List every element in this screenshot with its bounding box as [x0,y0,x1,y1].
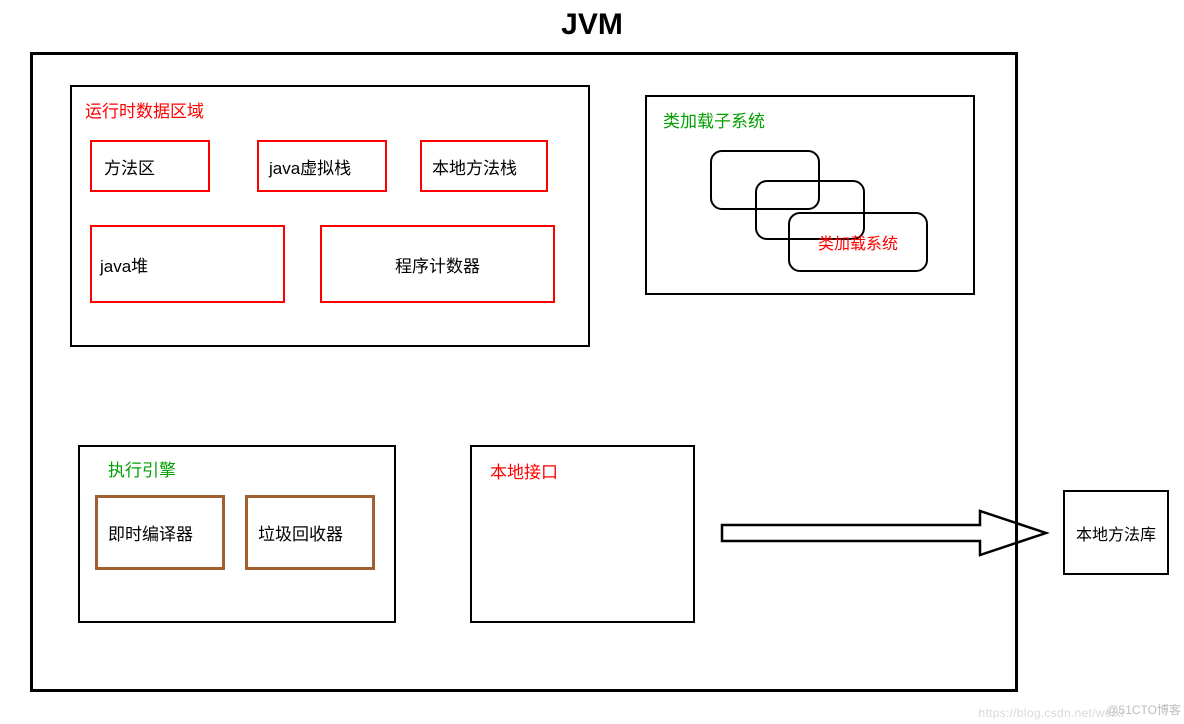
garbage-collector-box: 垃圾回收器 [245,495,375,570]
execution-engine-title: 执行引擎 [108,456,176,481]
program-counter-box: 程序计数器 [320,225,555,303]
java-heap-box: java堆 [90,225,285,303]
native-interface-title: 本地接口 [490,458,558,483]
runtime-data-area-title: 运行时数据区域 [85,97,204,122]
jvm-stack-box: java虚拟栈 [257,140,387,192]
class-loader-subsystem-title: 类加载子系统 [663,107,765,132]
watermark-51cto: @51CTO博客 [1106,701,1181,718]
native-method-stack-box: 本地方法栈 [420,140,548,192]
jit-compiler-box: 即时编译器 [95,495,225,570]
runtime-data-area-box [70,85,590,347]
arrow-icon [720,505,1050,561]
loader-shape-3: 类加载系统 [788,212,928,272]
native-method-library-box: 本地方法库 [1063,490,1169,575]
method-area-box: 方法区 [90,140,210,192]
diagram-title: JVM [0,8,1184,42]
watermark-csdn: https://blog.csdn.net/weixi [978,706,1124,720]
